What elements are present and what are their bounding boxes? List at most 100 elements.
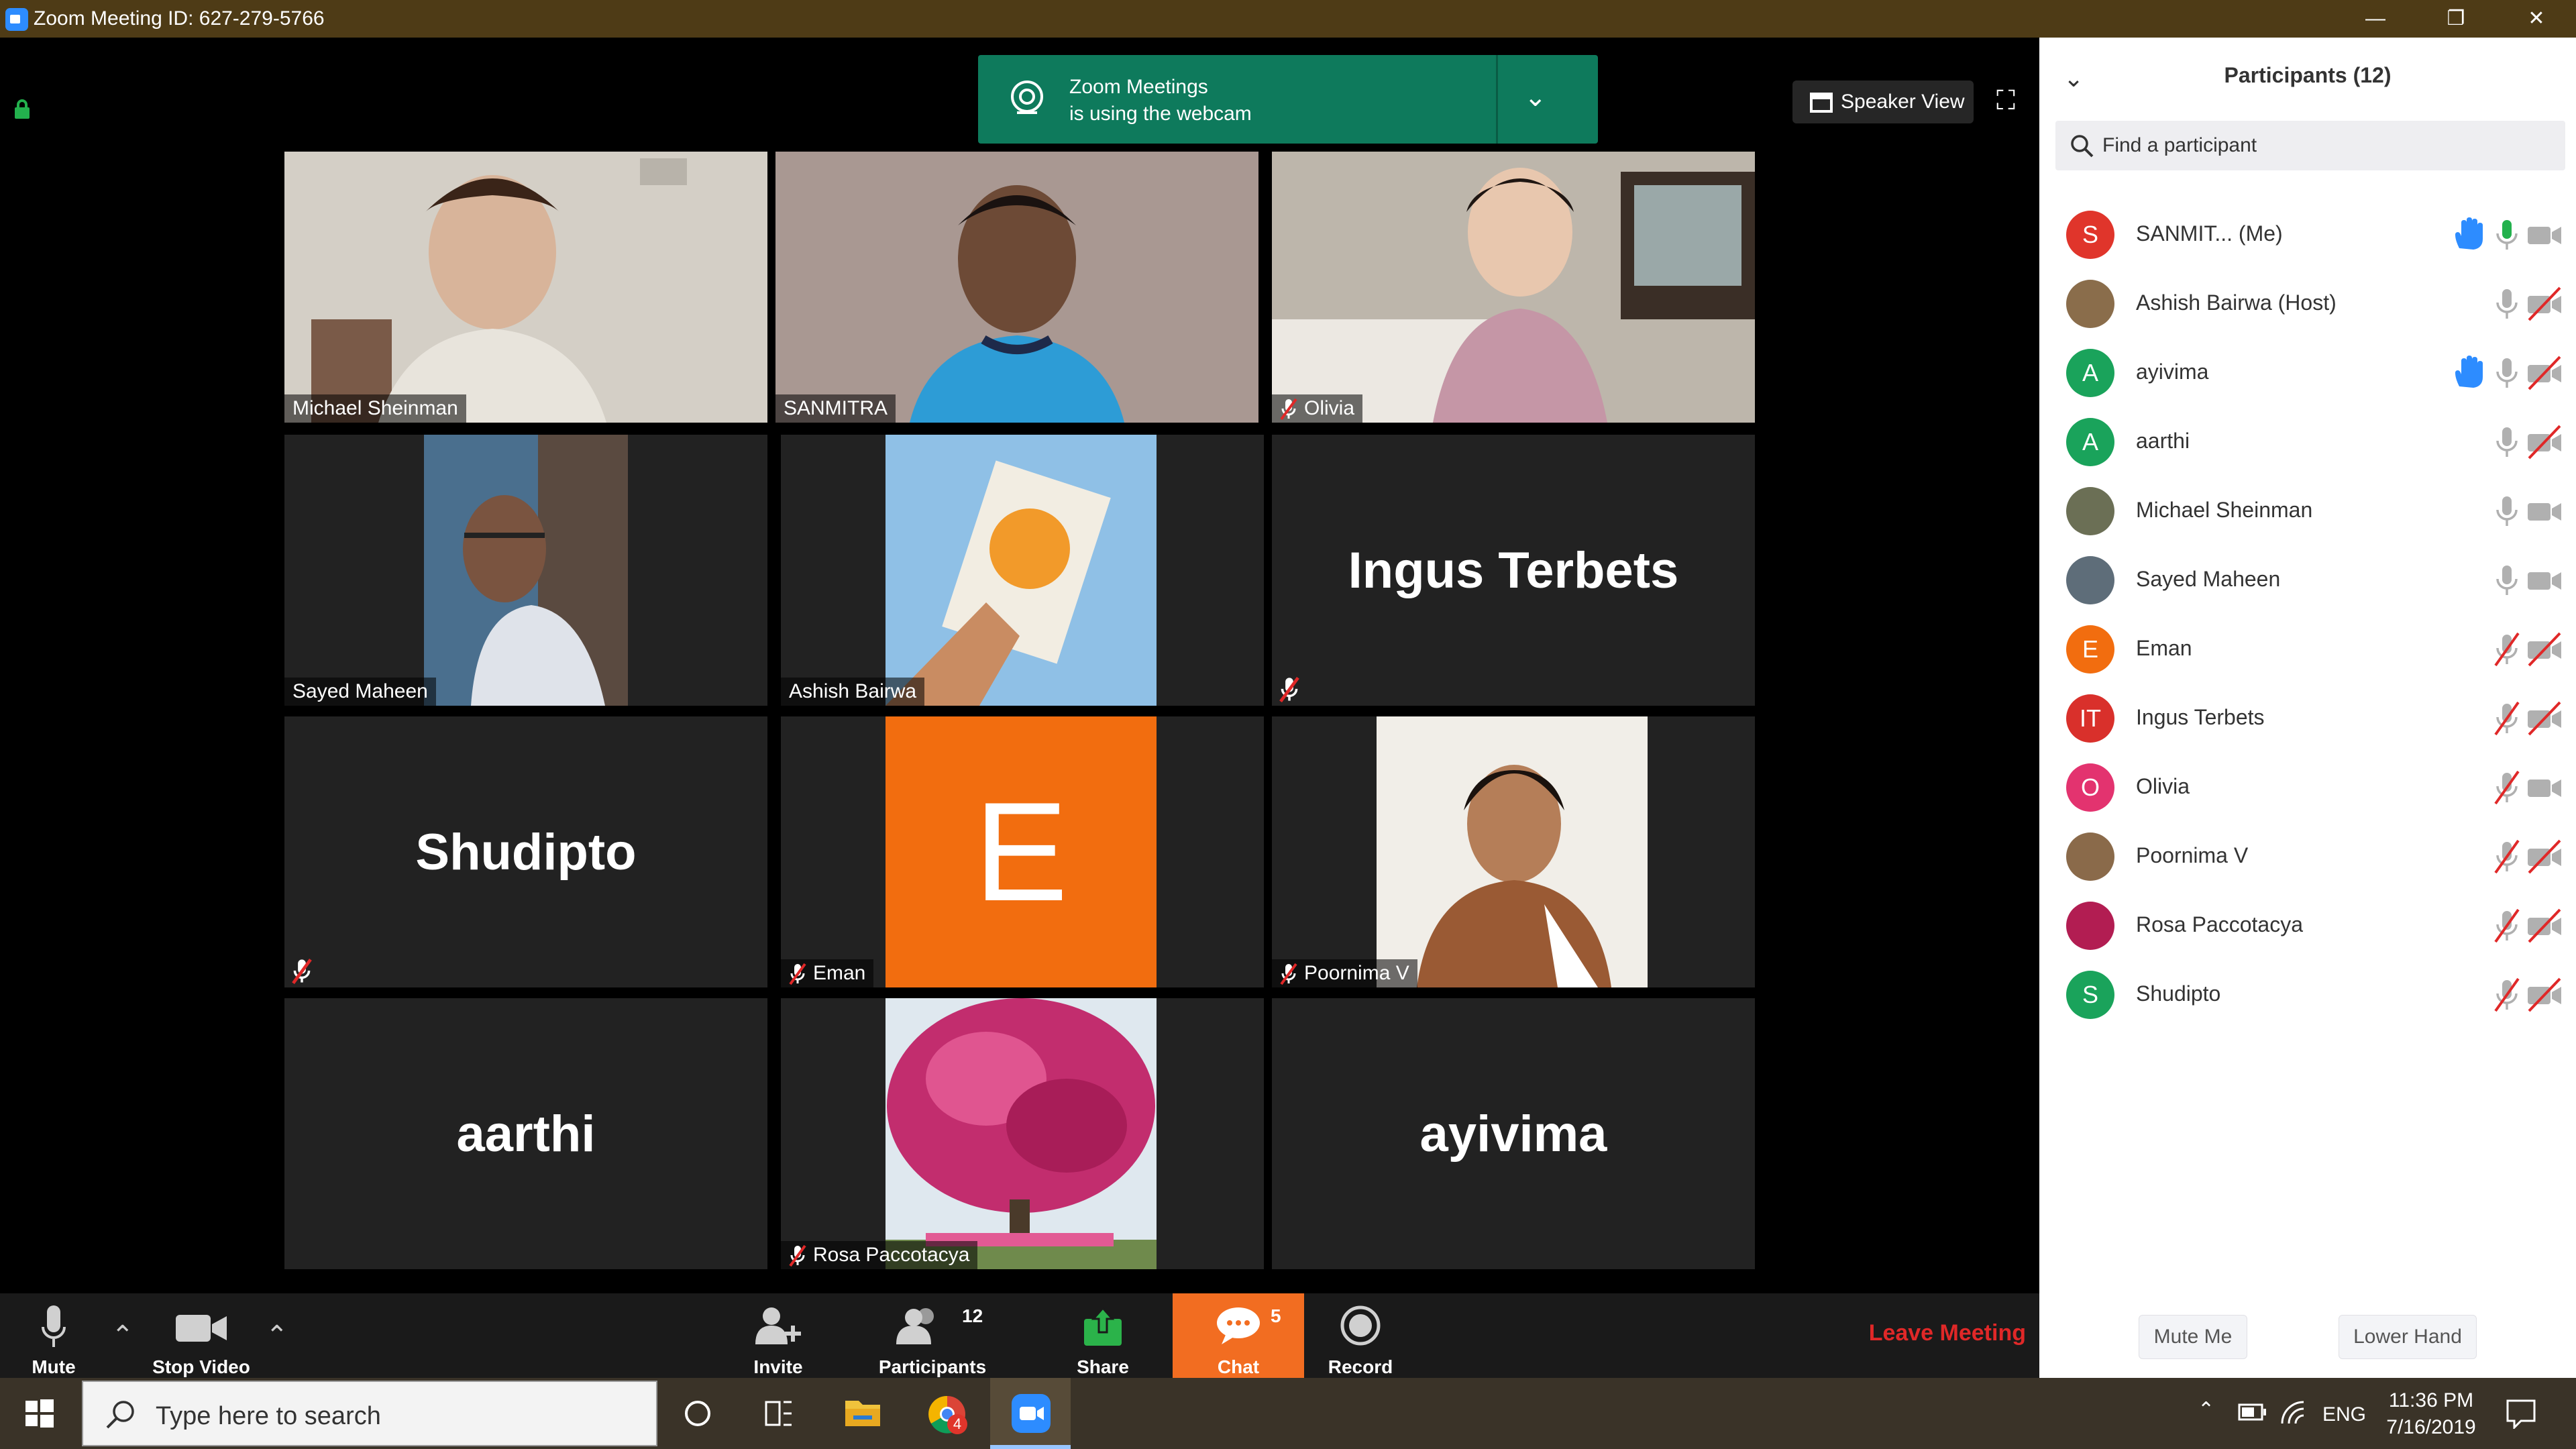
zoom-taskbar-item[interactable] [990,1378,1071,1449]
avatar: IT [2066,694,2114,743]
action-center-icon[interactable] [2505,1398,2537,1429]
tile-name: Ashish Bairwa [789,680,917,702]
name-tile[interactable]: Ingus Terbets [1272,435,1755,706]
audio-options-chevron-icon[interactable]: ⌃ [111,1320,134,1351]
video-tile-active-speaker[interactable]: SANMITRA [775,152,1258,423]
tile-big-name: Ingus Terbets [1348,541,1679,599]
battery-icon[interactable] [2238,1402,2267,1422]
chat-bubble-icon [1217,1307,1260,1344]
avatar [2066,280,2114,328]
speaker-view-label: Speaker View [1841,91,1965,113]
tile-name-tag: SANMITRA [775,394,896,423]
zoom-icon [1012,1394,1051,1433]
participant-search[interactable] [2055,121,2565,170]
video-tile[interactable]: Ashish Bairwa [781,435,1264,706]
panel-header: ⌄ Participants (12) [2039,38,2576,111]
video-tile[interactable]: Michael Sheinman [284,152,767,423]
avatar [2066,833,2114,881]
mute-button[interactable]: Mute [13,1293,94,1378]
photo-tile[interactable]: Rosa Paccotacya [781,998,1264,1269]
share-button[interactable]: Share [1063,1293,1143,1378]
invite-button[interactable]: Invite [738,1293,818,1378]
tile-big-name: aarthi [456,1105,596,1163]
participant-row[interactable]: O Olivia [2039,745,2576,814]
task-view-icon[interactable] [738,1378,818,1449]
name-tile[interactable]: aarthi [284,998,767,1269]
screen: Zoom Meeting ID: 627-279-5766 — ❐ ✕ Zoom… [0,0,2576,1449]
taskbar-clock[interactable]: 11:36 PM 7/16/2019 [2364,1387,2498,1441]
participant-video [775,152,1258,423]
avatar-tile[interactable]: E Eman [781,716,1264,987]
webcam-icon [1011,80,1043,114]
restore-button[interactable]: ❐ [2419,0,2493,38]
video-options-chevron-icon[interactable]: ⌃ [266,1320,288,1351]
meeting-toolbar: Mute ⌃ Stop Video ⌃ Invite 12 Participan… [0,1293,2039,1378]
microphone-icon [2489,356,2525,390]
participants-label: Participants [878,1356,987,1377]
muted-mic-icon [2489,632,2525,667]
share-label: Share [1077,1356,1129,1377]
participant-row[interactable]: Aaarthi [2039,399,2576,468]
notification-line-1: Zoom Meetings [1069,76,1208,98]
participant-row[interactable]: S Shudipto [2039,952,2576,1021]
taskbar-search-box[interactable]: Type here to search [82,1381,657,1446]
show-hidden-icons-chevron-icon[interactable]: ⌃ [2198,1398,2214,1421]
participant-row[interactable]: Ashish Bairwa (Host) [2039,261,2576,330]
stop-video-label: Stop Video [152,1356,250,1377]
video-tile[interactable]: Olivia [1272,152,1755,423]
muted-mic-icon [292,958,312,985]
record-icon [1340,1305,1381,1346]
muted-mic-icon [789,963,806,985]
tile-name-tag: Olivia [1272,394,1363,423]
file-explorer-icon[interactable] [822,1378,903,1449]
title-bar: Zoom Meeting ID: 627-279-5766 — ❐ ✕ [0,0,2576,38]
name-tile[interactable]: Shudipto [284,716,767,987]
microphone-icon [2489,425,2525,460]
participant-row[interactable]: Sayed Maheen [2039,537,2576,606]
participant-row[interactable]: E Eman [2039,606,2576,676]
participant-row[interactable]: S SANMIT... (Me) [2039,192,2576,261]
cortana-icon[interactable] [657,1378,738,1449]
speaker-view-button[interactable]: Speaker View [1792,80,1974,123]
chrome-taskbar-item[interactable]: 4 [907,1378,987,1449]
clock-date: 7/16/2019 [2386,1416,2476,1438]
participant-row[interactable]: Michael Sheinman [2039,468,2576,537]
leave-meeting-button[interactable]: Leave Meeting [1851,1320,2026,1346]
minimize-button[interactable]: — [2339,0,2412,38]
mute-me-button[interactable]: Mute Me [2139,1315,2247,1359]
tile-name: Michael Sheinman [292,397,458,419]
muted-mic-icon [789,1244,806,1267]
encryption-lock-icon[interactable] [13,99,31,119]
participants-button[interactable]: 12 Participants [872,1293,993,1378]
language-indicator[interactable]: ENG [2322,1403,2366,1426]
record-button[interactable]: Record [1320,1293,1401,1378]
microphone-icon [42,1305,66,1347]
participant-row[interactable]: Aayivima [2039,330,2576,399]
tile-name-tag: Sayed Maheen [284,678,436,706]
chevron-down-icon[interactable]: ⌄ [1524,82,1547,113]
notification-line-2: is using the webcam [1069,103,1252,125]
stop-video-button[interactable]: Stop Video [148,1293,255,1378]
participant-row[interactable]: IT Ingus Terbets [2039,676,2576,745]
participant-row[interactable]: Rosa Paccotacya [2039,883,2576,952]
avatar [2066,556,2114,604]
tile-name-tag: Eman [781,959,874,987]
lower-hand-button[interactable]: Lower Hand [2339,1315,2477,1359]
fullscreen-icon[interactable]: ⛶ [1991,86,2021,115]
video-off-icon [2526,701,2563,736]
participant-search-input[interactable] [2102,130,2545,161]
tile-name: Olivia [1304,397,1355,419]
tile-name: Rosa Paccotacya [813,1244,970,1266]
chrome-notification-badge: 4 [947,1414,967,1434]
windows-start-icon[interactable] [0,1378,79,1449]
participant-name: aarthi [2136,429,2190,453]
video-tile[interactable]: Poornima V [1272,716,1755,987]
microphone-icon [2489,494,2525,529]
video-tile[interactable]: Sayed Maheen [284,435,767,706]
wifi-icon[interactable] [2279,1399,2306,1426]
participant-row[interactable]: Poornima V [2039,814,2576,883]
name-tile[interactable]: ayivima [1272,998,1755,1269]
video-camera-icon [176,1315,227,1342]
close-button[interactable]: ✕ [2500,0,2573,38]
chat-button[interactable]: 5 Chat [1173,1293,1304,1378]
